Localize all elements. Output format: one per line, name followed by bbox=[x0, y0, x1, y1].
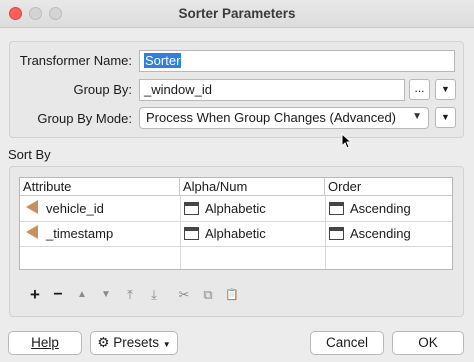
order-cell[interactable]: Ascending bbox=[329, 221, 411, 246]
move-up-button[interactable]: ▲ bbox=[73, 287, 91, 303]
transformer-name-label: Transformer Name: bbox=[19, 53, 132, 68]
row-alpha-num: Alphabetic bbox=[205, 201, 266, 216]
column-checkbox-icon bbox=[329, 227, 344, 240]
sort-by-title: Sort By bbox=[8, 147, 51, 162]
help-button[interactable]: Help bbox=[8, 331, 82, 355]
chevron-down-icon: ▼ bbox=[441, 112, 450, 122]
alpha-num-cell[interactable]: Alphabetic bbox=[184, 221, 266, 246]
chevron-down-icon: ▼ bbox=[412, 111, 422, 122]
group-by-field[interactable]: _window_id bbox=[139, 79, 405, 101]
row-order: Ascending bbox=[350, 201, 411, 216]
mouse-cursor-icon bbox=[341, 133, 353, 149]
gear-icon: ⚙ bbox=[97, 335, 110, 350]
column-checkbox-icon bbox=[184, 202, 199, 215]
transformer-name-value: Sorter bbox=[144, 53, 182, 68]
chevron-down-icon: ▼ bbox=[162, 340, 171, 349]
table-row[interactable]: vehicle_id bbox=[26, 196, 104, 221]
column-divider bbox=[180, 196, 181, 269]
group-by-mode-value: Process When Group Changes (Advanced) bbox=[146, 110, 397, 125]
move-down-button[interactable]: ▼ bbox=[97, 287, 115, 303]
ok-button[interactable]: OK bbox=[392, 331, 464, 355]
presets-label: Presets bbox=[113, 335, 159, 350]
transformer-name-field[interactable]: Sorter bbox=[139, 50, 455, 72]
column-checkbox-icon bbox=[329, 202, 344, 215]
column-header-alpha-num[interactable]: Alpha/Num bbox=[180, 178, 325, 196]
row-divider bbox=[20, 246, 452, 247]
copy-button[interactable]: ⧉ bbox=[199, 287, 217, 303]
move-top-button[interactable]: ⤒ bbox=[121, 287, 139, 303]
alpha-num-cell[interactable]: Alphabetic bbox=[184, 196, 266, 221]
group-by-dropdown-button[interactable]: ▼ bbox=[435, 79, 456, 100]
attribute-arrow-icon bbox=[26, 225, 38, 239]
cut-button[interactable]: ✂ bbox=[175, 287, 193, 303]
row-alpha-num: Alphabetic bbox=[205, 226, 266, 241]
row-attribute: vehicle_id bbox=[46, 201, 104, 216]
chevron-down-icon: ▼ bbox=[441, 84, 450, 94]
presets-button[interactable]: ⚙ Presets ▼ bbox=[90, 331, 178, 355]
column-header-attribute[interactable]: Attribute bbox=[20, 178, 180, 196]
group-by-mode-select[interactable]: Process When Group Changes (Advanced) ▼ bbox=[139, 107, 429, 129]
group-by-ellipsis-button[interactable]: ... bbox=[409, 79, 430, 100]
help-label: Help bbox=[31, 335, 59, 350]
attribute-arrow-icon bbox=[26, 200, 38, 214]
remove-row-button[interactable]: − bbox=[49, 287, 67, 303]
column-divider bbox=[325, 196, 326, 269]
column-header-order[interactable]: Order bbox=[325, 178, 452, 196]
sort-table: Attribute Alpha/Num Order vehicle_id Alp… bbox=[19, 177, 453, 270]
group-by-mode-extra-button[interactable]: ▼ bbox=[435, 107, 456, 128]
row-order: Ascending bbox=[350, 226, 411, 241]
add-row-button[interactable]: + bbox=[26, 286, 44, 303]
order-cell[interactable]: Ascending bbox=[329, 196, 411, 221]
paste-button[interactable]: 📋 bbox=[223, 287, 241, 303]
group-by-label: Group By: bbox=[73, 82, 132, 97]
move-bottom-button[interactable]: ⤓ bbox=[145, 287, 163, 303]
row-attribute: _timestamp bbox=[46, 226, 114, 241]
table-row[interactable]: _timestamp bbox=[26, 221, 113, 246]
cancel-button[interactable]: Cancel bbox=[310, 331, 384, 355]
title-bar: Sorter Parameters bbox=[0, 0, 474, 28]
group-by-mode-label: Group By Mode: bbox=[37, 111, 132, 126]
column-checkbox-icon bbox=[184, 227, 199, 240]
window-title: Sorter Parameters bbox=[178, 6, 296, 21]
